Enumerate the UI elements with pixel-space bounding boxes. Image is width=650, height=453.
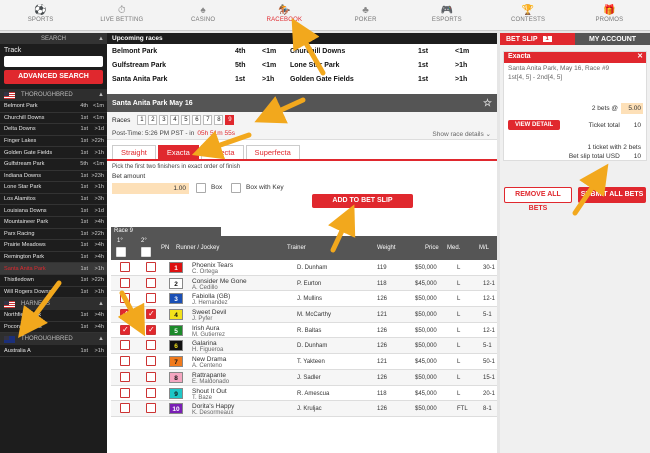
arrow-to-submit [572, 163, 609, 216]
arrow-to-checkboxes [117, 290, 146, 337]
arrow-to-exacta-tab [191, 130, 252, 160]
instruction-arrows [18, 17, 609, 339]
arrow-to-add-bet [328, 204, 356, 253]
arrow-to-racebook [291, 17, 326, 76]
arrow-to-race-9 [254, 96, 306, 124]
arrow-to-santa-anita [18, 280, 62, 339]
